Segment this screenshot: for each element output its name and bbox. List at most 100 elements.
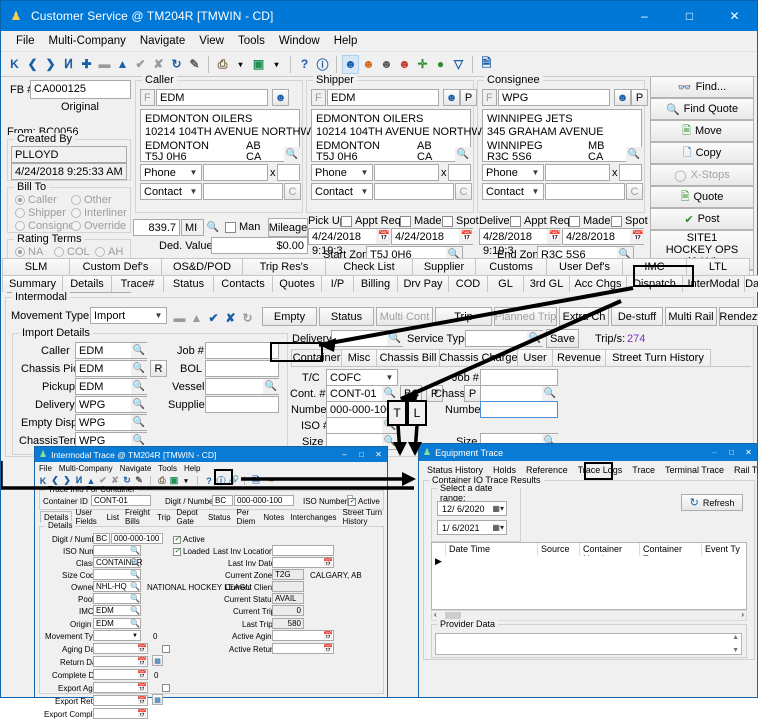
refresh-button[interactable]: ↻ Refresh [681,494,743,511]
tab-custom-defs[interactable]: Custom Def's [69,258,162,275]
deliver-late-calendar-icon[interactable]: 📅 [630,229,646,244]
tab-ltl[interactable]: LTL [686,258,750,275]
tab-dispatch[interactable]: Dispatch [626,275,683,292]
im-bol-field[interactable] [205,360,279,377]
subtab-user[interactable]: User [517,349,553,366]
trace-tab-interchanges[interactable]: Interchanges [287,511,339,523]
caller-contact-field[interactable] [203,183,283,200]
service-type-lookup-icon[interactable]: 🔍 [527,331,543,346]
move-button[interactable]: 🗎 Move [650,120,754,142]
scroll-right-icon[interactable]: › [741,610,744,619]
td-active-return-calendar-icon[interactable]: 📅 [323,644,333,653]
trip-button[interactable]: Trip [435,307,492,326]
trace-tab-trip[interactable]: Trip [154,511,173,523]
trace-number-field[interactable]: 000-000-100 [234,495,294,506]
deliver-appt-req-checkbox[interactable]: Appt Req [510,215,570,227]
consignee-phone-field[interactable] [545,164,610,181]
man-checkbox[interactable]: Man [225,221,260,233]
im-delivery-top-lookup-icon[interactable]: 🔍 [387,331,403,346]
tab-ip[interactable]: I/P [321,275,354,292]
minimize-button[interactable]: – [622,1,667,31]
quote-button[interactable]: 🗎 Quote [650,186,754,208]
cont-number-lookup-icon[interactable]: 🔍 [382,386,398,401]
caller-map-icon[interactable]: 🔍 [284,147,300,162]
shipper-contact-field[interactable] [374,183,454,200]
pickup-early-calendar-icon[interactable]: 📅 [376,229,392,244]
trace-print-icon[interactable]: ⎙ [157,475,167,486]
caller-code-field[interactable]: EDM [156,89,268,106]
grid-col-container-type[interactable]: Container Type [640,543,702,557]
consignee-phone-type-dropdown[interactable]: Phone▼ [482,164,544,181]
decl-value-field[interactable]: $0.00 [211,237,308,254]
td-loaded-checkbox[interactable]: Loaded [173,547,210,556]
tab-acc-chgs[interactable]: Acc Chgs [569,275,627,292]
td-return-date-grid-icon[interactable]: ▦ [152,655,163,666]
im-up-icon[interactable]: ▲ [188,308,205,327]
td-last-inv-date-calendar-icon[interactable]: 📅 [323,558,333,567]
tab-cod[interactable]: COD [448,275,488,292]
rating-ah-radio[interactable]: AH [95,246,123,258]
td-return-date-calendar-icon[interactable]: 📅 [137,657,147,666]
accept-icon[interactable]: ✔ [132,55,149,74]
screen-dropdown-icon[interactable]: ▾ [268,55,285,74]
consignee-ext-field[interactable] [619,164,642,181]
status-button[interactable]: Status [319,307,374,326]
bill-to-override-radio[interactable]: Override [71,220,126,232]
shipper-map-icon[interactable]: 🔍 [455,147,471,162]
im-delivery-lookup-icon[interactable]: 🔍 [131,397,147,412]
post-button[interactable]: ✔ Post [650,208,754,230]
container-id-field[interactable]: CONT-01 [91,495,151,506]
trace-tab-freight-bills[interactable]: Freight Bills [122,511,154,523]
fb-number-field[interactable]: CA000125 [30,80,131,99]
td-active-aging-calendar-icon[interactable]: 📅 [323,631,333,640]
td-size-code-lookup-icon[interactable]: 🔍 [130,570,140,579]
trace-menu-tools[interactable]: Tools [158,464,177,473]
shipper-icon[interactable]: ☻ [360,55,377,74]
shipper-contact-type-dropdown[interactable]: Contact▼ [311,183,373,200]
save-button[interactable]: Save [546,329,579,348]
et-tab-trace[interactable]: Trace [627,463,660,477]
bill-to-caller-radio[interactable]: Caller [15,194,57,206]
caller-c-button[interactable]: C [284,183,301,200]
consignee-map-icon[interactable]: 🔍 [626,147,642,162]
find-quote-button[interactable]: 🔍 Find Quote [650,98,754,120]
equipment-trace-close-button[interactable]: ✕ [740,448,757,457]
shipper-phone-field[interactable] [374,164,439,181]
refresh-icon[interactable]: ↻ [168,55,185,74]
td-active-checkbox[interactable]: Active [173,535,205,544]
td-origin-lookup-icon[interactable]: 🔍 [130,619,140,628]
menu-file[interactable]: File [9,33,42,49]
shipper-p-button[interactable]: P [460,89,477,106]
tab-imc[interactable]: IMC [622,258,687,275]
td-aging-checkbox[interactable] [162,645,170,653]
shipper-code-field[interactable]: EDM [327,89,439,106]
r-button[interactable]: R [150,360,167,377]
chassis-p-button[interactable]: P [464,385,481,402]
caller-ext-field[interactable] [277,164,300,181]
bill-to-interliner-radio[interactable]: Interliner [71,207,127,219]
menu-view[interactable]: View [192,33,231,49]
scroll-left-icon[interactable]: ‹ [434,610,437,619]
tab-contacts[interactable]: Contacts [213,275,273,292]
distance-lookup-icon[interactable]: 🔍 [205,220,221,235]
provider-data-textarea[interactable]: ▲ ▼ [435,633,742,655]
trace-maximize-button[interactable]: □ [353,450,370,459]
deliver-early-calendar-icon[interactable]: 📅 [547,229,563,244]
td-imc-lookup-icon[interactable]: 🔍 [130,606,140,615]
im-refresh-icon[interactable]: ↻ [239,308,256,327]
attach-icon[interactable]: ✎ [186,55,203,74]
rating-na-radio[interactable]: NA [15,246,43,258]
container-job-field[interactable] [480,369,558,386]
tab-drv-pay[interactable]: Drv Pay [397,275,449,292]
notes-icon[interactable]: 🗎 [478,55,495,74]
trace-tab-notes[interactable]: Notes [260,511,287,523]
caller-person-icon[interactable]: ☻ [272,89,289,106]
find-button[interactable]: 👓 Find... [650,76,754,98]
trace-menu-file[interactable]: File [39,464,52,473]
tab-slm[interactable]: SLM [2,258,70,275]
subtab-misc[interactable]: Misc [341,349,377,366]
date-from-picker[interactable]: 12/ 6/2020 ▦▾ [437,501,507,516]
iso-lookup-icon[interactable]: 🔍 [382,418,398,433]
rating-col-radio[interactable]: COL [54,246,90,258]
td-digit-field[interactable]: BC [93,533,110,544]
